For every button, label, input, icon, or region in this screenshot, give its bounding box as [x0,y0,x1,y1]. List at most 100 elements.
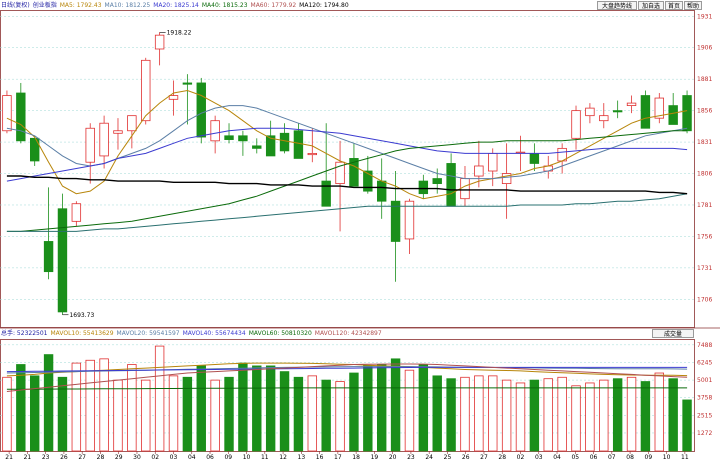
price-ma-line-ma120 [6,175,688,195]
volume-bar-6 [85,359,95,452]
x-tick-label-8: 02 [151,454,159,461]
volume-bar-28 [390,358,401,452]
volume-tick-label-3: 3758 [697,395,712,402]
price-tick-label-9: 1706 [697,296,712,303]
candle-body-8 [113,130,123,134]
candle-body-10 [141,59,151,122]
volume-bar-14 [196,365,206,452]
volume-bar-4 [57,376,68,452]
volume-bar-24 [335,381,345,452]
x-tick-label-17: 16 [316,454,324,461]
volume-bar-3 [43,354,54,452]
volume-bar-19 [265,365,276,452]
x-tick-label-28: 02 [517,454,525,461]
volume-bar-44 [612,378,623,452]
volume-selector[interactable]: 成交量 [652,329,694,338]
x-tick-label-0: 21 [5,454,13,461]
volume-bar-25 [349,372,359,452]
x-tick-label-19: 18 [352,454,360,461]
x-tick-label-35: 09 [645,454,653,461]
x-tick-label-1: 21 [24,454,32,461]
candle-body-5 [71,203,82,222]
annotation-label-0: 1918.22 [167,29,192,36]
candle-body-1 [16,92,26,142]
candle-body-16 [224,135,234,140]
x-tick-label-20: 19 [371,454,379,461]
candle-body-30 [418,180,429,195]
candle-body-6 [85,127,95,163]
volume-legend-item-3: MAVOL40: 55674434 [182,330,246,337]
price-tick-label-3: 1856 [697,108,712,115]
x-tick-label-12: 09 [224,454,232,461]
candle-body-28 [390,200,401,242]
x-tick-label-24: 25 [444,454,452,461]
price-tick-label-2: 1881 [697,76,712,83]
volume-bar-5 [71,362,82,452]
volume-bar-30 [418,364,429,452]
price-tick-label-0: 1931 [697,13,712,20]
volume-bar-7 [99,358,109,452]
price-tick-label-8: 1731 [697,265,712,272]
volume-bar-20 [279,371,290,452]
volume-bar-15 [210,379,220,452]
price-tick-label-1: 1906 [697,45,712,52]
x-tick-label-11: 06 [206,454,214,461]
volume-bar-49 [682,399,692,452]
price-panel-frame [0,10,695,328]
volume-bar-9 [127,364,137,452]
x-tick-label-31: 05 [571,454,579,461]
x-tick-label-2: 23 [42,454,50,461]
volume-bar-34 [474,375,484,452]
candle-body-32 [446,163,456,207]
candle-body-9 [127,115,137,132]
candle-body-3 [43,241,54,273]
volume-bar-47 [654,372,665,452]
x-tick-label-22: 23 [407,454,415,461]
x-tick-label-29: 03 [535,454,543,461]
volume-bar-11 [154,345,165,452]
x-tick-label-15: 12 [279,454,287,461]
volume-bar-1 [16,364,26,452]
candle-body-23 [321,180,331,207]
volume-bar-27 [376,364,387,452]
x-tick-label-7: 30 [133,454,141,461]
candle-body-27 [376,180,387,202]
price-tick-label-7: 1756 [697,233,712,240]
volume-legend-item-0: 总手: 52322501 [1,330,48,337]
candle-body-13 [182,82,193,85]
volume-bar-32 [446,378,456,452]
volume-tick-label-1: 6245 [697,359,712,366]
price-ma-line-ma40 [6,130,688,232]
volume-bar-18 [252,365,262,452]
candle-body-20 [279,132,290,152]
volume-bar-2 [29,375,40,452]
x-tick-label-13: 10 [243,454,251,461]
candle-body-21 [293,130,304,159]
volume-legend: 总手: 52322501 MAVOL10: 55413629 MAVOL20: 59… [1,329,385,338]
volume-bar-12 [168,375,179,452]
candle-body-4 [57,208,68,313]
candle-body-0 [2,95,12,132]
kline-chart: 1931190618811856183118061781175617311706… [0,10,720,461]
x-tick-label-16: 13 [298,454,306,461]
x-tick-label-37: 11 [681,454,689,461]
x-tick-label-10: 04 [188,454,196,461]
x-tick-label-33: 07 [608,454,616,461]
x-tick-label-21: 20 [389,454,397,461]
price-tick-label-6: 1781 [697,202,712,209]
volume-bar-17 [238,362,248,452]
candle-body-7 [99,122,109,157]
x-tick-label-26: 27 [480,454,488,461]
x-tick-label-23: 24 [425,454,433,461]
candle-body-45 [626,102,637,107]
volume-tick-label-2: 5001 [697,377,712,384]
volume-bar-48 [668,378,678,452]
candle-body-41 [571,110,581,139]
x-tick-label-14: 11 [261,454,269,461]
price-ma-line-ma60 [6,193,688,232]
volume-legend-item-1: MAVOL10: 55413629 [50,330,114,337]
candle-body-46 [640,95,651,129]
volume-bar-41 [571,385,581,452]
price-tick-label-5: 1806 [697,171,712,178]
price-tick-label-4: 1831 [697,139,712,146]
